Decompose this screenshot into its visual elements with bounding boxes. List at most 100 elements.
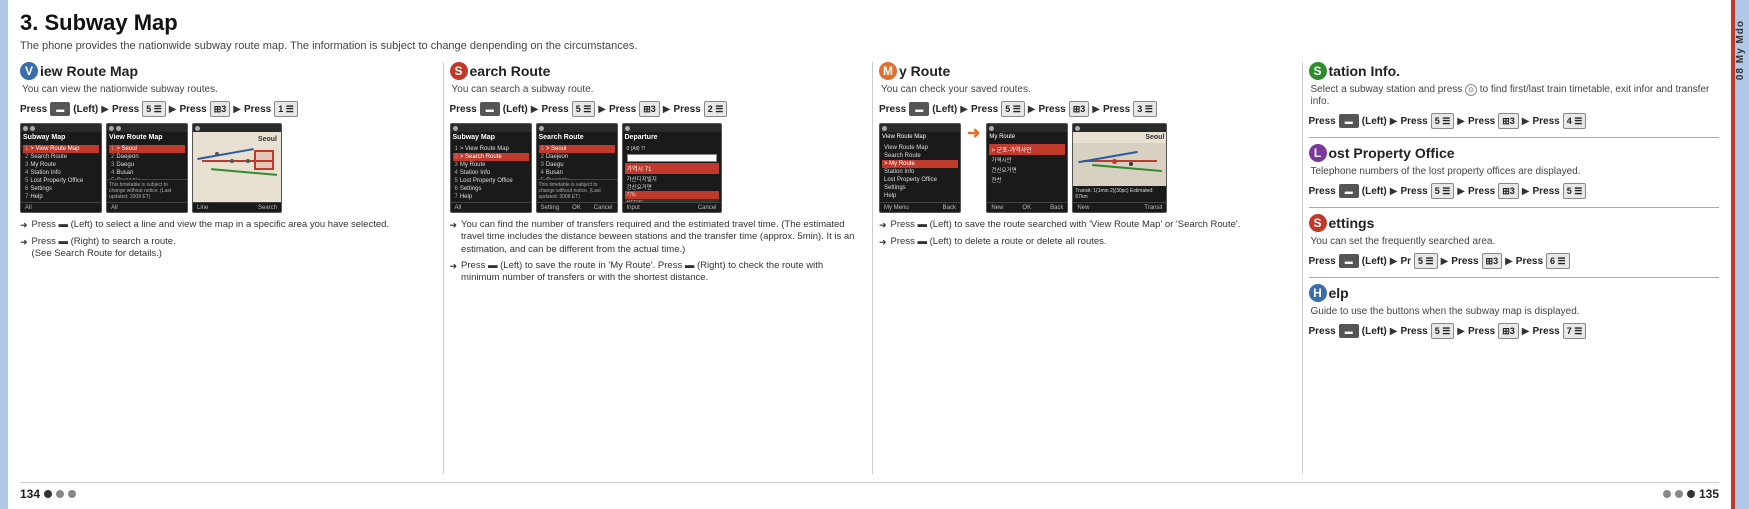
view-route-screenshots: Subway Map 1> View Route Map 2Search Rou… (20, 123, 431, 213)
view-route-circle: V (20, 62, 38, 80)
phone-myroute-list: View Route Map View Route Map Search Rou… (879, 123, 961, 213)
settings-press: Press ▬ (Left) ▶ Pr 5 ☰ ▶ Press ⊞3 ▶ Pre… (1309, 253, 1720, 269)
station-info-press: Press ▬ (Left) ▶ Press 5 ☰ ▶ Press ⊞3 ▶ … (1309, 113, 1720, 129)
col-right-sections: S tation Info. Select a subway station a… (1303, 62, 1720, 474)
phone-search-sub: Search Route 1> Seoul 2Daejeon 3Daegu 4B… (536, 123, 618, 213)
num-btn-3f[interactable]: ⊞3 (1498, 183, 1519, 199)
search-route-bullets: ➜ You can find the number of transfers r… (450, 219, 861, 285)
num-btn-5e[interactable]: 5 ☰ (1431, 183, 1455, 199)
settings-circle: S (1309, 214, 1327, 232)
lost-property-title: ost Property Office (1329, 145, 1455, 161)
num-btn-4a[interactable]: 4 ☰ (1563, 113, 1587, 129)
num-btn-1a[interactable]: 1 ☰ (274, 101, 298, 117)
help-circle: H (1309, 284, 1327, 302)
lost-property-section: L ost Property Office Telephone numbers … (1309, 144, 1720, 199)
my-route-press-line: Press ▬ (Left) ▶ Press 5 ☰ ▶ Press ⊞3 ▶ … (879, 101, 1290, 117)
help-title: elp (1329, 285, 1349, 301)
bullet-2a: ➜ You can find the number of transfers r… (450, 219, 861, 256)
lost-property-header: L ost Property Office (1309, 144, 1720, 162)
help-desc: Guide to use the buttons when the subway… (1311, 306, 1720, 317)
status-bar-1 (21, 124, 101, 132)
search-route-letter: S (454, 64, 462, 78)
bullet-1a: ➜ Press ▬ (Left) to select a line and vi… (20, 219, 431, 232)
lost-property-letter: L (1314, 146, 1321, 160)
search-route-circle: S (450, 62, 468, 80)
page-wrapper: 3. Subway Map The phone provides the nat… (0, 0, 1749, 509)
num-btn-5a[interactable]: 5 ☰ (142, 101, 166, 117)
left-btn-1[interactable]: ▬ (50, 102, 70, 116)
num-btn-3e[interactable]: ⊞3 (1498, 113, 1519, 129)
station-info-letter: S (1313, 64, 1321, 78)
menu-item-view-route: 1> View Route Map (23, 145, 99, 153)
num-btn-2a[interactable]: 2 ☰ (704, 101, 728, 117)
menu-item-lost: 5Lost Property Office (23, 177, 99, 185)
left-btn-7[interactable]: ▬ (1339, 324, 1359, 338)
col-search-route: S earch Route You can search a subway ro… (444, 62, 874, 474)
phone-myroute-sub: My Route > 군포-가역사안 가역시안 건신요거면 전찬 New OK … (986, 123, 1068, 213)
num-btn-3d[interactable]: 3 ☰ (1133, 101, 1157, 117)
left-btn-4[interactable]: ▬ (1339, 114, 1359, 128)
my-route-desc: You can check your saved routes. (881, 84, 1290, 95)
my-route-header: M y Route (879, 62, 1290, 80)
left-accent (0, 0, 8, 509)
settings-section: S ettings You can set the frequently sea… (1309, 214, 1720, 269)
departure-input[interactable] (627, 154, 717, 162)
lost-property-press: Press ▬ (Left) ▶ Press 5 ☰ ▶ Press ⊞3 ▶ … (1309, 183, 1720, 199)
left-btn-3[interactable]: ▬ (909, 102, 929, 116)
phone-screen-menu: Subway Map 1> View Route Map 2Search Rou… (20, 123, 102, 213)
menu-item-settings: 6Settings (23, 185, 99, 193)
press-word-1: Press (20, 104, 47, 115)
num-btn-3c[interactable]: ⊞3 (1069, 101, 1090, 117)
screen-title-2: View Route Map (107, 132, 187, 143)
num-btn-3a[interactable]: ⊞3 (210, 101, 231, 117)
search-route-desc: You can search a subway route. (452, 84, 861, 95)
num-btn-7a[interactable]: 7 ☰ (1563, 323, 1587, 339)
phone-bottom-2: All (107, 202, 187, 212)
phone-search-menu: Subway Map 1> View Route Map 2> Search R… (450, 123, 532, 213)
num-btn-6a[interactable]: 6 ☰ (1546, 253, 1570, 269)
my-route-bullets: ➜ Press ▬ (Left) to save the route searc… (879, 219, 1290, 248)
help-press: Press ▬ (Left) ▶ Press 5 ☰ ▶ Press ⊞3 ▶ … (1309, 323, 1720, 339)
sidebar-label: 08 My Mdo (1735, 20, 1746, 80)
station-info-title: tation Info. (1329, 63, 1401, 79)
my-route-letter: M (883, 64, 893, 78)
view-route-letter: V (25, 64, 33, 78)
map-line-2 (198, 148, 255, 160)
view-route-desc: You can view the nationwide subway route… (22, 84, 431, 95)
screen-title-1: Subway Map (21, 132, 101, 143)
menu-line-seoul: 1> Seoul (109, 145, 185, 153)
map-dot-1 (230, 159, 234, 163)
num-btn-5d[interactable]: 5 ☰ (1431, 113, 1455, 129)
num-btn-3g[interactable]: ⊞3 (1482, 253, 1503, 269)
search-screen-title-1: Subway Map (451, 132, 531, 143)
status-bar-3 (193, 124, 281, 132)
help-header: H elp (1309, 284, 1720, 302)
press-word-1b: Press (112, 104, 139, 115)
arrow-connector: ➜ (965, 123, 982, 143)
lost-property-circle: L (1309, 144, 1327, 162)
right-accent: 08 My Mdo (1731, 0, 1749, 509)
num-btn-5g[interactable]: 5 ☰ (1414, 253, 1438, 269)
left-btn-6[interactable]: ▬ (1339, 254, 1359, 268)
left-btn-2[interactable]: ▬ (480, 102, 500, 116)
page-num-left: 134 (20, 487, 76, 501)
seoul-map-display (1073, 143, 1166, 186)
bullet-3b: ➜ Press ▬ (Left) to delete a route or de… (879, 236, 1290, 249)
left-label-1: (Left) (73, 104, 98, 115)
num-btn-5b[interactable]: 5 ☰ (572, 101, 596, 117)
station-info-desc: Select a subway station and press ⊙ to f… (1311, 84, 1720, 107)
col-view-route: V iew Route Map You can view the nationw… (20, 62, 444, 474)
page-subtitle: The phone provides the nationwide subway… (20, 40, 1719, 52)
main-columns: V iew Route Map You can view the nationw… (20, 62, 1719, 474)
left-btn-5[interactable]: ▬ (1339, 184, 1359, 198)
num-btn-5f[interactable]: 5 ☰ (1563, 183, 1587, 199)
num-btn-5c[interactable]: 5 ☰ (1001, 101, 1025, 117)
menu-item-search: 2Search Route (23, 153, 99, 161)
num-btn-5h[interactable]: 5 ☰ (1431, 323, 1455, 339)
num-btn-3h[interactable]: ⊞3 (1498, 323, 1519, 339)
menu-line-busan: 4Busan (109, 169, 185, 177)
settings-header: S ettings (1309, 214, 1720, 232)
settings-title: ettings (1329, 215, 1375, 231)
menu-line-daegu: 3Daegu (109, 161, 185, 169)
num-btn-3b[interactable]: ⊞3 (639, 101, 660, 117)
